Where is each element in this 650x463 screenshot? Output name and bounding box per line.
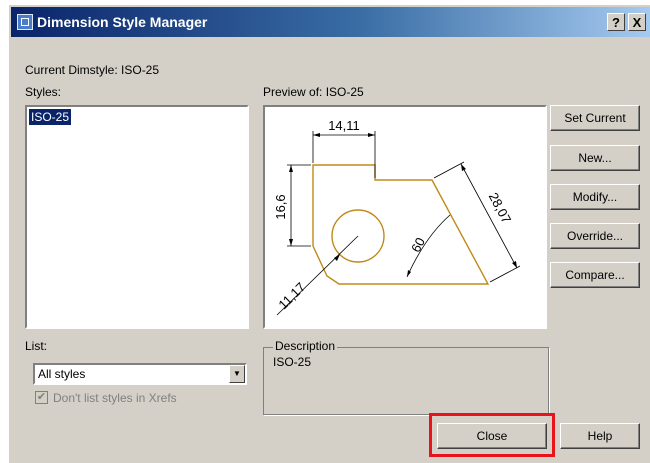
close-button-highlight <box>429 413 555 457</box>
current-dimstyle-label: Current Dimstyle: ISO-25 <box>25 63 160 77</box>
context-help-button[interactable]: ? <box>607 13 625 31</box>
help-button[interactable]: Help <box>560 423 640 449</box>
window-title: Dimension Style Manager <box>37 14 208 30</box>
compare-button[interactable]: Compare... <box>550 262 640 288</box>
list-label: List: <box>25 339 48 353</box>
dim-label-left: 16,6 <box>273 194 288 219</box>
dont-list-xrefs-label: Don't list styles in Xrefs <box>53 391 177 405</box>
styles-label: Styles: <box>25 85 62 99</box>
part-outline <box>312 164 490 285</box>
app-icon <box>17 14 33 30</box>
override-button[interactable]: Override... <box>550 223 640 249</box>
preview-label: Preview of: ISO-25 <box>263 85 364 99</box>
dim-label-radius: 11,17 <box>275 279 308 312</box>
modify-button[interactable]: Modify... <box>550 184 640 210</box>
dimension-style-manager-dialog: Dimension Style Manager ? X Current Dims… <box>8 4 650 463</box>
styles-listbox[interactable]: ISO-25 <box>25 105 249 329</box>
description-label: Description <box>273 339 338 353</box>
dim-label-top: 14,11 <box>328 118 360 133</box>
dim-label-angle: 60 <box>408 235 428 255</box>
window-close-button[interactable]: X <box>628 13 646 31</box>
dont-list-xrefs-checkbox[interactable]: ✔ <box>35 391 48 404</box>
dim-label-diagonal: 28,07 <box>486 190 515 226</box>
set-current-button[interactable]: Set Current <box>550 105 640 131</box>
description-text: ISO-25 <box>273 355 312 369</box>
dimension-preview-drawing: 14,11 16,6 28,07 60 11,17 <box>273 118 521 316</box>
new-button[interactable]: New... <box>550 145 640 171</box>
list-filter-dropdown[interactable]: All styles ▼ <box>33 363 247 385</box>
list-filter-value: All styles <box>38 367 86 381</box>
preview-canvas: 14,11 16,6 28,07 60 11,17 <box>263 105 547 329</box>
chevron-down-icon[interactable]: ▼ <box>229 365 245 383</box>
title-bar[interactable]: Dimension Style Manager ? X <box>11 7 650 37</box>
styles-list-item-selected[interactable]: ISO-25 <box>29 109 72 125</box>
